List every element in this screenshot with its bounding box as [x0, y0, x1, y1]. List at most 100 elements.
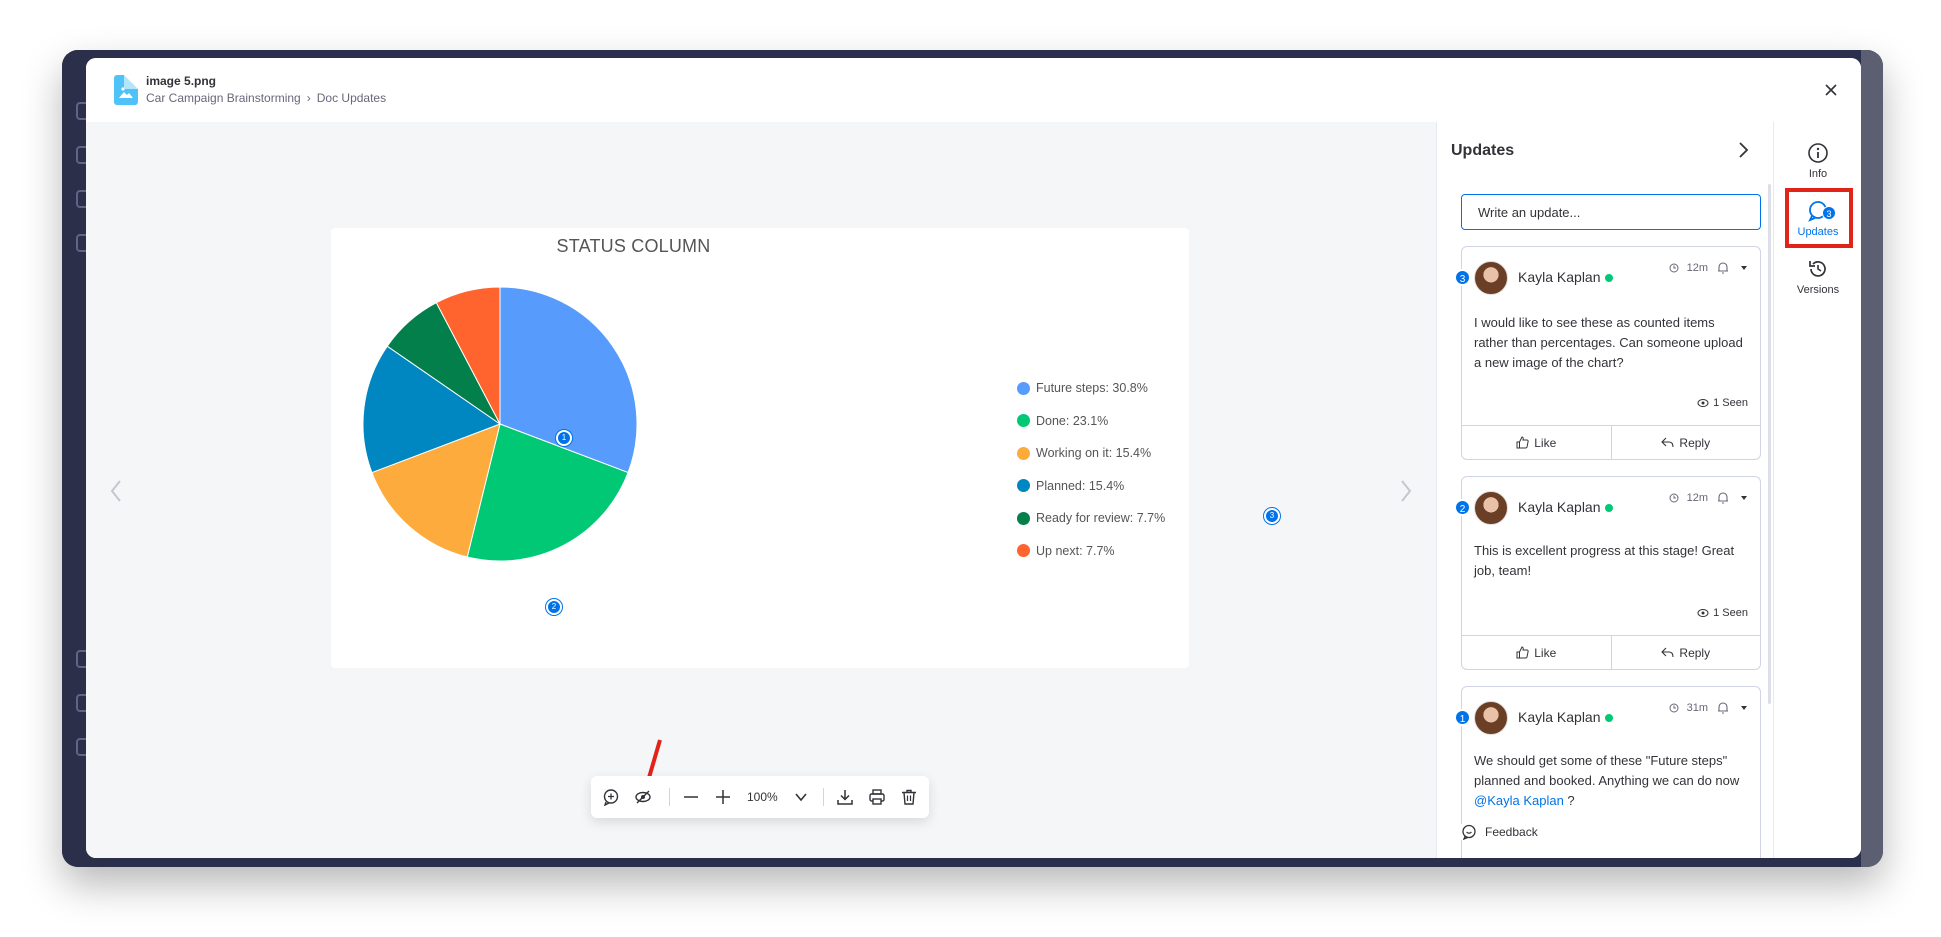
print-icon	[869, 789, 885, 805]
like-label: Like	[1534, 645, 1557, 660]
avatar[interactable]	[1474, 701, 1508, 735]
caret-down-icon[interactable]	[1738, 702, 1750, 714]
add-comment-button[interactable]	[601, 787, 621, 807]
reply-button[interactable]: Reply	[1610, 426, 1761, 459]
zoom-level: 100%	[747, 790, 778, 804]
collapse-panel-button[interactable]	[1733, 140, 1753, 160]
update-body-text: ?	[1563, 793, 1575, 808]
seen-count[interactable]: 1 Seen	[1697, 397, 1748, 409]
caret-down-icon[interactable]	[1738, 262, 1750, 274]
reply-label: Reply	[1679, 645, 1711, 660]
previous-file-button[interactable]	[106, 477, 126, 505]
update-time: 12m	[1686, 262, 1708, 274]
chart-image[interactable]: STATUS COLUMN Future steps: 30.8% Done: 2…	[331, 228, 1280, 668]
bell-icon[interactable]	[1716, 701, 1730, 715]
seen-label: 1 Seen	[1713, 397, 1748, 409]
update-card: 3 Kayla Kaplan 12m I would like to see t…	[1454, 246, 1761, 460]
seen-count[interactable]: 1 Seen	[1697, 607, 1748, 619]
pin-number-badge: 2	[1454, 499, 1471, 516]
like-button[interactable]: Like	[1462, 426, 1611, 459]
legend-label: Planned: 15.4%	[1036, 478, 1125, 493]
image-toolbar: 100%	[591, 776, 929, 818]
feedback-label: Feedback	[1485, 825, 1538, 839]
thumbs-up-icon	[1516, 646, 1529, 659]
legend-swatch	[1017, 446, 1030, 460]
seen-label: 1 Seen	[1713, 607, 1748, 619]
clock-icon	[1669, 263, 1679, 273]
chevron-right-icon	[1401, 480, 1412, 502]
file-preview-modal: image 5.png Car Campaign Brainstorming ›…	[86, 58, 1861, 858]
reply-icon	[1661, 647, 1674, 658]
zoom-dropdown-button[interactable]	[791, 787, 811, 807]
download-button[interactable]	[835, 787, 855, 807]
bell-icon[interactable]	[1716, 261, 1730, 275]
update-body-text: We should get some of these "Future step…	[1474, 753, 1740, 788]
reply-button[interactable]: Reply	[1610, 636, 1761, 669]
author-name-text: Kayla Kaplan	[1518, 709, 1601, 725]
like-button[interactable]: Like	[1462, 636, 1611, 669]
legend-item: Ready for review: 7.7%	[1017, 502, 1165, 535]
feedback-icon	[1462, 824, 1476, 840]
eye-icon	[1697, 399, 1709, 407]
user-mention-link[interactable]: @Kayla Kaplan	[1474, 793, 1564, 808]
breadcrumb-board[interactable]: Car Campaign Brainstorming	[146, 91, 301, 105]
author-name[interactable]: Kayla Kaplan	[1518, 709, 1613, 725]
update-body: We should get some of these "Future step…	[1474, 751, 1750, 811]
clock-icon	[1669, 493, 1679, 503]
chart-legend: Future steps: 30.8% Done: 23.1% Working on…	[1017, 372, 1165, 567]
update-time: 31m	[1686, 702, 1708, 714]
tab-updates[interactable]: Updates	[1774, 200, 1861, 238]
online-status-dot	[1604, 274, 1613, 283]
updates-panel-title: Updates	[1451, 142, 1515, 159]
legend-item: Planned: 15.4%	[1017, 470, 1165, 503]
tab-info[interactable]: Info	[1774, 142, 1861, 180]
hide-annotations-button[interactable]	[633, 787, 653, 807]
tab-versions[interactable]: Versions	[1774, 258, 1861, 296]
feedback-button[interactable]: Feedback	[1461, 824, 1658, 840]
breadcrumb-doc[interactable]: Doc Updates	[317, 91, 386, 105]
bell-icon[interactable]	[1716, 491, 1730, 505]
next-file-button[interactable]	[1396, 477, 1416, 505]
delete-button[interactable]	[899, 787, 919, 807]
avatar[interactable]	[1474, 491, 1508, 525]
write-update-input[interactable]	[1461, 194, 1761, 230]
update-actions: Like Reply	[1462, 635, 1760, 669]
preview-canvas: STATUS COLUMN Future steps: 30.8% Done: 2…	[86, 122, 1436, 858]
pin-number-badge: 1	[1454, 709, 1471, 726]
chevron-right-icon	[1739, 142, 1749, 158]
delete-icon	[902, 789, 916, 805]
legend-label: Up next: 7.7%	[1036, 543, 1115, 558]
update-meta: 12m	[1669, 491, 1750, 505]
print-button[interactable]	[867, 787, 887, 807]
add-comment-icon	[603, 789, 619, 806]
chevron-left-icon	[110, 480, 121, 502]
modal-header: image 5.png Car Campaign Brainstorming ›…	[86, 58, 1861, 122]
legend-item: Done: 23.1%	[1017, 405, 1165, 438]
author-name-text: Kayla Kaplan	[1518, 499, 1601, 515]
annotation-pin[interactable]: 2	[546, 599, 562, 615]
update-card: 2 Kayla Kaplan 12m This is excellent pro…	[1454, 476, 1761, 670]
breadcrumb: Car Campaign Brainstorming › Doc Updates	[146, 91, 386, 105]
author-name[interactable]: Kayla Kaplan	[1518, 269, 1613, 285]
image-file-icon	[114, 75, 138, 105]
zoom-in-icon	[716, 790, 730, 804]
update-body: I would like to see these as counted ite…	[1474, 315, 1743, 370]
online-status-dot	[1604, 714, 1613, 723]
legend-item: Future steps: 30.8%	[1017, 372, 1165, 405]
caret-down-icon[interactable]	[1738, 492, 1750, 504]
toolbar-divider	[823, 788, 824, 806]
avatar[interactable]	[1474, 261, 1508, 295]
close-button[interactable]	[1821, 80, 1841, 100]
legend-swatch	[1017, 479, 1030, 493]
scrollbar[interactable]	[1768, 184, 1771, 704]
info-icon	[1808, 143, 1828, 163]
legend-swatch	[1017, 544, 1030, 558]
zoom-out-button[interactable]	[681, 787, 701, 807]
zoom-in-button[interactable]	[713, 787, 733, 807]
update-meta: 12m	[1669, 261, 1750, 275]
annotation-pin[interactable]: 1	[556, 430, 572, 446]
annotation-pin[interactable]: 3	[1264, 508, 1280, 524]
thumbs-up-icon	[1516, 436, 1529, 449]
chevron-right-icon: ›	[306, 91, 311, 105]
author-name[interactable]: Kayla Kaplan	[1518, 499, 1613, 515]
